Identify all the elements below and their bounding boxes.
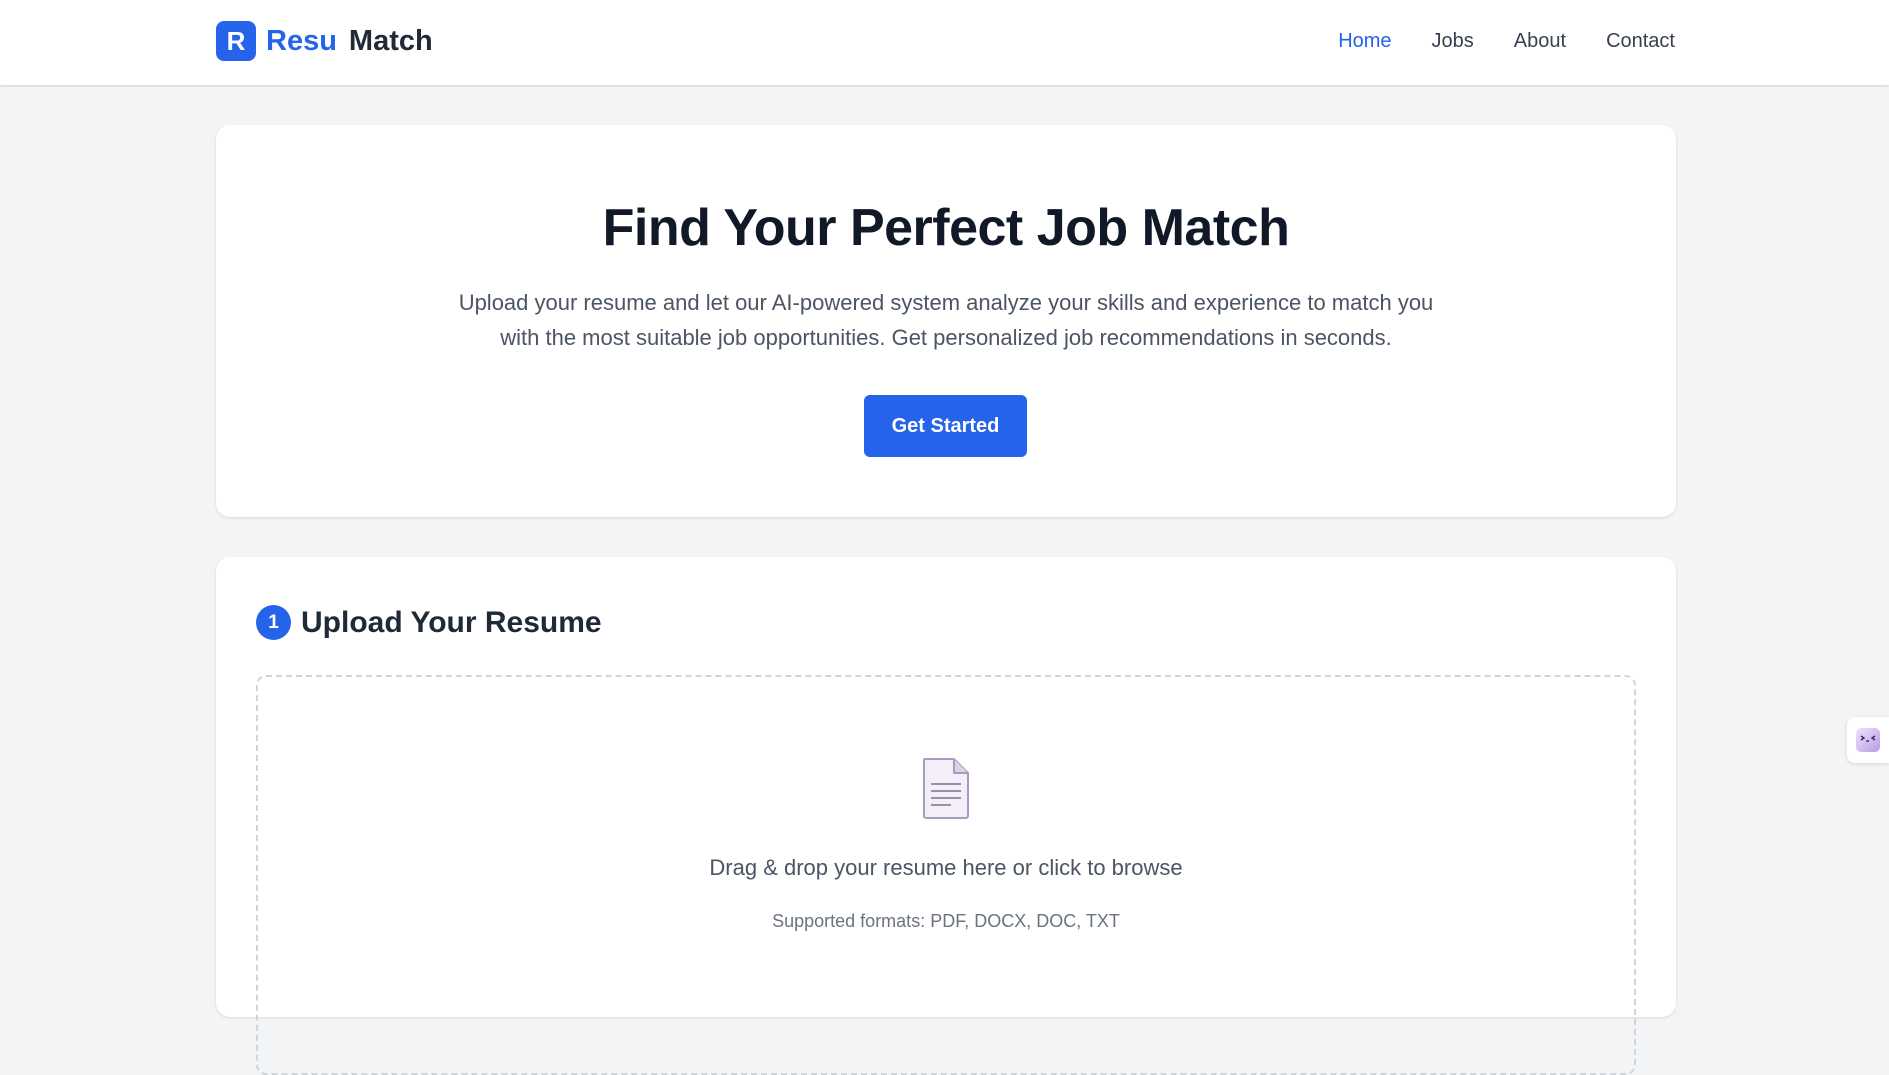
- brand-name-resu: Resu: [266, 24, 337, 57]
- supported-formats-text: Supported formats: PDF, DOCX, DOC, TXT: [772, 911, 1120, 931]
- hero-card: Find Your Perfect Job Match Upload your …: [216, 125, 1676, 517]
- main-nav: Home Jobs About Contact: [1338, 30, 1675, 53]
- assistant-widget-button[interactable]: [1847, 717, 1889, 763]
- nav-home-link[interactable]: Home: [1338, 30, 1391, 53]
- brand-name-match: Match: [348, 24, 433, 57]
- hero-description-line2: with the most suitable job opportunities…: [500, 325, 1392, 350]
- upload-section-title: Upload Your Resume: [301, 605, 602, 639]
- dropzone-instructions: Drag & drop your resume here or click to…: [709, 855, 1183, 880]
- resume-dropzone[interactable]: Drag & drop your resume here or click to…: [256, 675, 1636, 1075]
- upload-step-header: 1 Upload Your Resume: [256, 605, 602, 640]
- document-icon: [923, 758, 969, 819]
- brand-logo[interactable]: R Resu Match: [216, 21, 433, 61]
- logo-badge-icon: R: [216, 21, 256, 61]
- assistant-icon: [1856, 728, 1880, 752]
- hero-title: Find Your Perfect Job Match: [602, 199, 1290, 257]
- step-number-badge: 1: [256, 605, 291, 640]
- nav-jobs-link[interactable]: Jobs: [1432, 30, 1474, 53]
- hero-description: Upload your resume and let our AI-powere…: [446, 285, 1446, 355]
- nav-about-link[interactable]: About: [1514, 30, 1566, 53]
- upload-resume-card: 1 Upload Your Resume Drag & drop your re…: [216, 557, 1676, 1075]
- hero-description-line1: Upload your resume and let our AI-powere…: [458, 290, 1434, 315]
- nav-contact-link[interactable]: Contact: [1606, 30, 1675, 53]
- get-started-button[interactable]: Get Started: [864, 395, 1027, 457]
- top-navbar: R Resu Match Home Jobs About Contact: [0, 0, 1889, 85]
